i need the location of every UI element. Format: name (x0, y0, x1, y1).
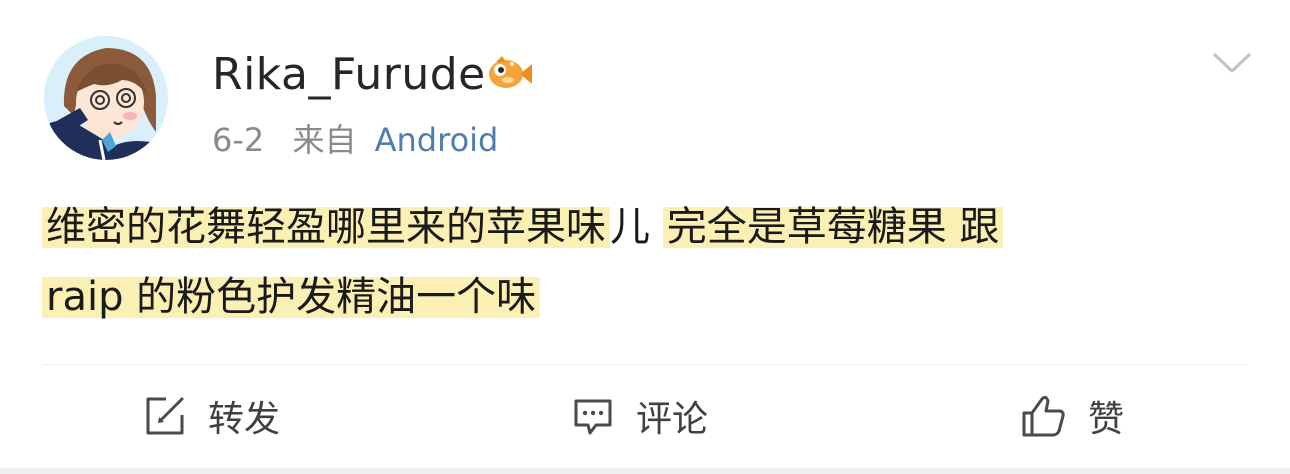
comment-label: 评论 (636, 399, 709, 440)
post-meta: 6-2 来自 Android (212, 120, 498, 160)
comment-icon (574, 399, 612, 435)
like-icon (1022, 395, 1065, 437)
bottom-separator (0, 468, 1290, 474)
fish-badge-icon[interactable] (486, 50, 534, 94)
repost-icon (146, 397, 184, 435)
avatar[interactable] (44, 36, 168, 160)
content-segment-highlighted: 完全是草莓糖果 跟 (662, 202, 1004, 252)
post-date: 6-2 (212, 121, 265, 159)
username[interactable]: Rika_Furude (212, 48, 486, 102)
repost-button[interactable]: 转发 (144, 388, 280, 444)
repost-label: 转发 (208, 399, 281, 440)
comment-button[interactable]: 评论 (572, 388, 708, 444)
like-label: 赞 (1088, 399, 1125, 440)
content-segment: 儿 (610, 204, 663, 250)
content-segment-highlighted: 维密的花舞轻盈哪里来的苹果味 (42, 202, 610, 252)
like-button[interactable]: 赞 (1020, 388, 1124, 444)
divider (42, 364, 1248, 365)
post-content: 维密的花舞轻盈哪里来的苹果味儿 完全是草莓糖果 跟 raip 的粉色护发精油一个… (42, 192, 1252, 332)
source-link[interactable]: Android (375, 121, 499, 159)
content-segment-highlighted: raip 的粉色护发精油一个味 (42, 272, 541, 322)
from-label: 来自 (292, 121, 357, 159)
avatar-image (44, 36, 168, 160)
chevron-down-icon[interactable] (1212, 50, 1252, 76)
